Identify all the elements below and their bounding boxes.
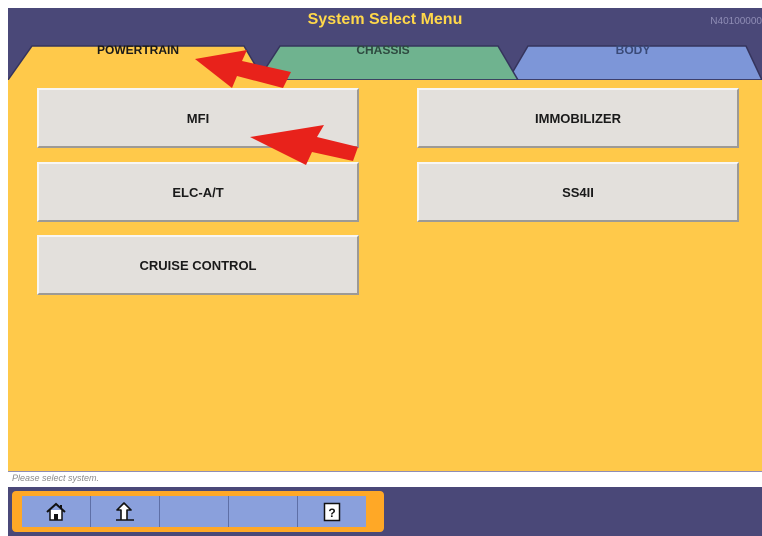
annotation-arrow-tab [195, 50, 291, 88]
tab-powertrain-label: POWERTRAIN [97, 43, 179, 57]
system-button-elc-at[interactable]: ELC-A/T [37, 162, 359, 222]
home-button[interactable] [22, 496, 91, 527]
status-bar: Please select system. [8, 471, 762, 487]
system-button-cruise-control[interactable]: CRUISE CONTROL [37, 235, 359, 295]
svg-text:?: ? [328, 506, 335, 520]
back-arrow-icon [116, 501, 134, 521]
annotation-arrow-mfi [250, 125, 358, 165]
back-button[interactable] [91, 496, 160, 527]
title-bar: System Select Menu N40100000 [8, 8, 762, 34]
system-button-ss4ii[interactable]: SS4II [417, 162, 739, 222]
tab-chassis-label: CHASSIS [356, 43, 410, 57]
system-button-immobilizer[interactable]: IMMOBILIZER [417, 88, 739, 148]
help-icon: ? [323, 502, 341, 521]
app-window: System Select Menu N40100000 POWERTRAIN … [8, 8, 762, 536]
status-message: Please select system. [12, 473, 100, 483]
help-button[interactable]: ? [298, 496, 366, 527]
tab-body-label: BODY [615, 43, 651, 57]
system-panel: MFI IMMOBILIZER ELC-A/T SS4II CRUISE CON… [8, 80, 762, 471]
toolbar-button-3[interactable] [160, 496, 229, 527]
home-icon [46, 502, 66, 521]
page-title: System Select Menu [307, 11, 463, 28]
screen-id: N40100000 [710, 16, 762, 27]
bottom-toolbar: ? [8, 487, 762, 536]
tab-strip [8, 45, 762, 82]
toolbar-button-4[interactable] [229, 496, 298, 527]
